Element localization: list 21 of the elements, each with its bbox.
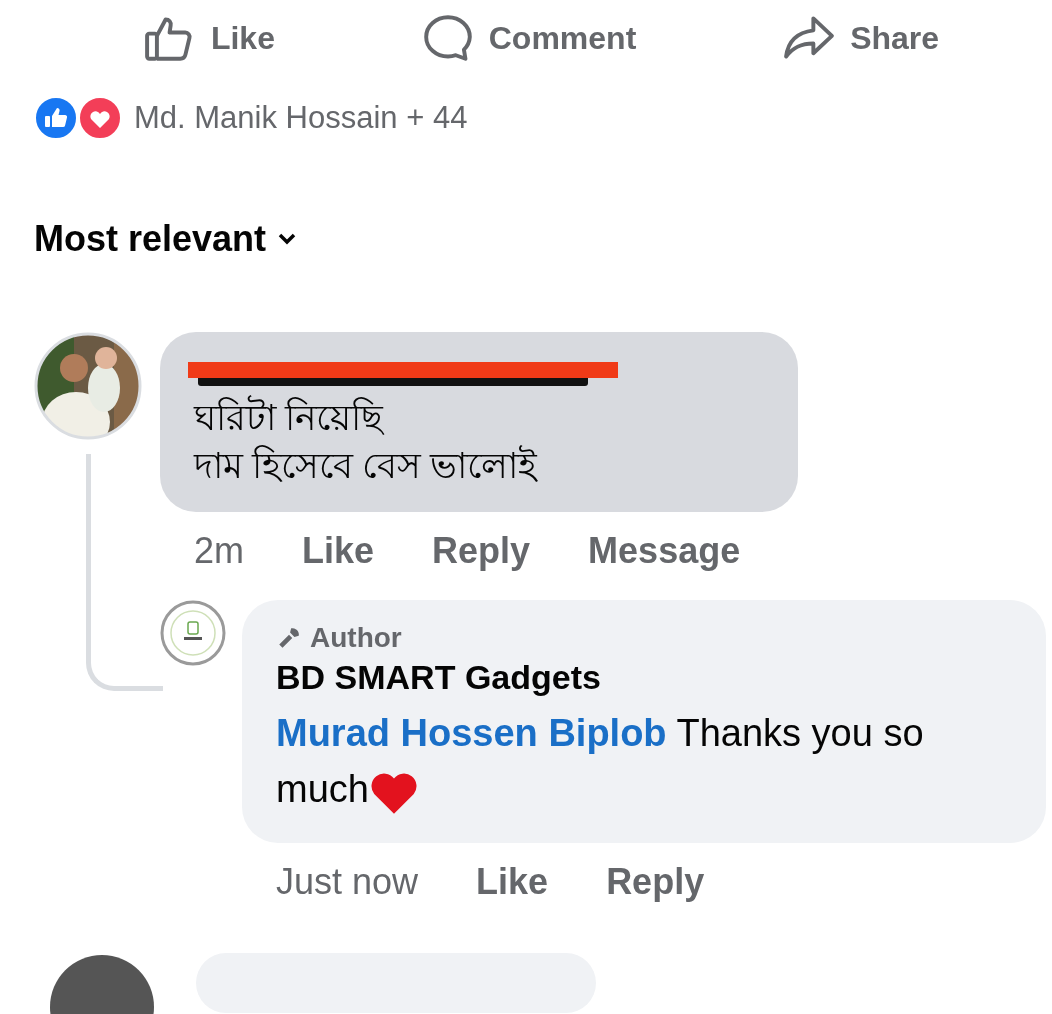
share-button[interactable]: Share: [782, 14, 940, 62]
reply-text: Murad Hossen Biplob Thanks you so much: [276, 705, 1006, 817]
comment-action-link[interactable]: Message: [588, 530, 741, 572]
reactions-summary[interactable]: Md. Manik Hossain + 44: [134, 100, 468, 136]
replier-name[interactable]: BD SMART Gadgets: [276, 658, 1006, 697]
share-icon: [782, 14, 837, 62]
author-label: Author: [310, 622, 402, 654]
comment-action-link[interactable]: Reply: [432, 530, 531, 572]
comment-text: দাম হিসেবে বেস ভালোই: [194, 444, 539, 488]
timestamp: 2m: [194, 530, 244, 572]
comment-action-link[interactable]: Reply: [606, 861, 705, 903]
chevron-down-icon: [278, 233, 297, 245]
microphone-icon: [276, 625, 302, 651]
mention-link[interactable]: Murad Hossen Biplob: [276, 712, 667, 754]
comment-button[interactable]: Comment: [420, 14, 637, 62]
comment-action-link[interactable]: Like: [476, 861, 549, 903]
timestamp: Just now: [276, 861, 419, 903]
comment-action-link[interactable]: Like: [302, 530, 375, 572]
sort-dropdown[interactable]: Most relevant: [34, 218, 297, 260]
comment-text: ঘরিটা নিয়েছি: [194, 394, 765, 442]
like-button[interactable]: Like: [142, 14, 275, 62]
